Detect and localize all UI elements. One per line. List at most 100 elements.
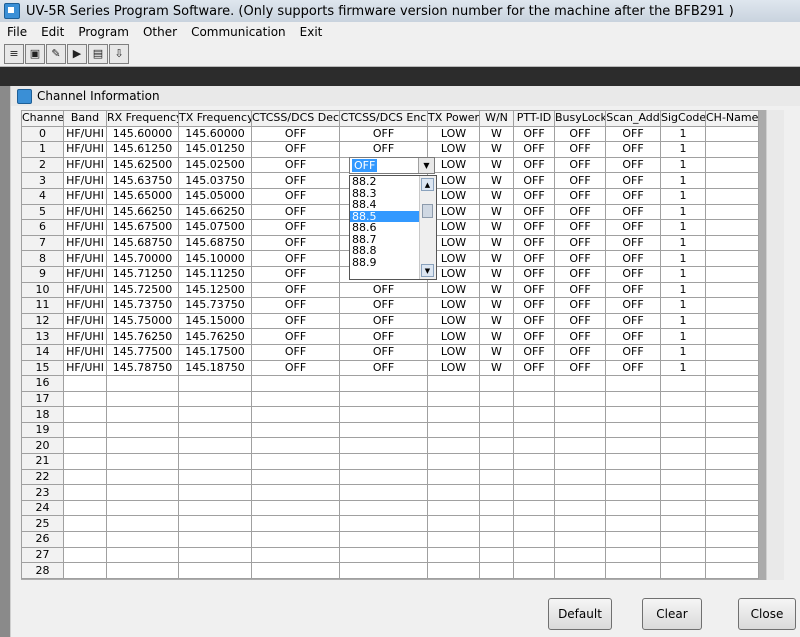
column-header[interactable]: RX Frequency — [106, 110, 179, 127]
grid-cell[interactable] — [251, 499, 340, 517]
grid-cell[interactable]: OFF — [513, 219, 555, 236]
column-header[interactable]: Channel — [21, 110, 64, 127]
grid-cell[interactable] — [106, 546, 179, 564]
list-scrollbar[interactable]: ▲ ▼ — [419, 176, 436, 279]
grid-cell[interactable]: 145.66250 — [178, 203, 252, 221]
grid-cell[interactable] — [554, 421, 606, 439]
grid-cell[interactable]: OFF — [251, 125, 340, 143]
grid-cell[interactable] — [554, 468, 606, 486]
grid-cell[interactable] — [513, 406, 555, 423]
menu-file[interactable]: File — [0, 25, 34, 39]
grid-cell[interactable]: OFF — [339, 328, 428, 345]
grid-cell[interactable] — [63, 453, 107, 470]
grid-cell[interactable] — [427, 375, 480, 392]
grid-cell[interactable]: HF/UHI — [63, 250, 107, 267]
ctcss-options-list[interactable]: ▲ ▼ 88.2 88.3 88.4 88.5 88.6 88.7 88.8 88.9 — [349, 175, 437, 280]
grid-cell[interactable]: 6 — [21, 219, 64, 236]
grid-cell[interactable]: OFF — [554, 343, 606, 361]
grid-cell[interactable]: 145.76250 — [178, 328, 252, 345]
grid-cell[interactable] — [660, 484, 706, 501]
grid-cell[interactable] — [479, 421, 514, 439]
grid-cell[interactable]: W — [479, 141, 514, 158]
grid-cell[interactable]: OFF — [251, 250, 340, 267]
grid-cell[interactable]: HF/UHI — [63, 125, 107, 143]
grid-cell[interactable] — [554, 453, 606, 470]
grid-cell[interactable]: OFF — [605, 343, 661, 361]
grid-cell[interactable] — [339, 375, 428, 392]
grid-cell[interactable]: OFF — [554, 156, 606, 174]
table-row[interactable]: 21 — [21, 453, 759, 470]
grid-cell[interactable]: OFF — [251, 234, 340, 252]
grid-cell[interactable] — [479, 453, 514, 470]
grid-cell[interactable]: OFF — [513, 328, 555, 345]
grid-cell[interactable] — [705, 219, 759, 236]
grid-cell[interactable] — [660, 453, 706, 470]
grid-cell[interactable] — [513, 468, 555, 486]
program-icon[interactable]: ▶ — [67, 43, 87, 64]
grid-cell[interactable]: HF/UHI — [63, 343, 107, 361]
grid-cell[interactable]: W — [479, 297, 514, 314]
grid-cell[interactable]: OFF — [339, 312, 428, 330]
grid-cell[interactable] — [427, 562, 480, 579]
grid-cell[interactable] — [705, 156, 759, 174]
grid-cell[interactable]: 12 — [21, 312, 64, 330]
grid-cell[interactable]: 1 — [660, 343, 706, 361]
grid-cell[interactable] — [251, 390, 340, 408]
scroll-down-icon[interactable]: ▼ — [421, 264, 434, 277]
grid-cell[interactable] — [251, 453, 340, 470]
grid-cell[interactable] — [339, 484, 428, 501]
grid-cell[interactable]: W — [479, 125, 514, 143]
grid-cell[interactable]: OFF — [605, 203, 661, 221]
grid-cell[interactable] — [178, 421, 252, 439]
table-row[interactable]: 19 — [21, 421, 759, 439]
grid-cell[interactable] — [427, 515, 480, 533]
table-row[interactable]: 23 — [21, 484, 759, 501]
grid-cell[interactable]: OFF — [251, 141, 340, 158]
grid-cell[interactable]: OFF — [513, 250, 555, 267]
grid-cell[interactable]: OFF — [605, 172, 661, 189]
grid-cell[interactable]: OFF — [605, 359, 661, 377]
grid-cell[interactable]: 1 — [660, 141, 706, 158]
grid-cell[interactable] — [605, 562, 661, 579]
grid-cell[interactable]: OFF — [339, 281, 428, 299]
grid-cell[interactable]: 27 — [21, 546, 64, 564]
grid-cell[interactable]: W — [479, 219, 514, 236]
grid-cell[interactable] — [660, 546, 706, 564]
grid-cell[interactable]: OFF — [339, 359, 428, 377]
grid-cell[interactable]: W — [479, 343, 514, 361]
grid-cell[interactable]: W — [479, 250, 514, 267]
grid-cell[interactable] — [660, 421, 706, 439]
open-icon[interactable]: ▤ — [88, 43, 108, 64]
grid-cell[interactable]: OFF — [554, 141, 606, 158]
grid-cell[interactable] — [513, 562, 555, 579]
grid-cell[interactable] — [63, 546, 107, 564]
column-header[interactable]: CTCSS/DCS Dec — [251, 110, 340, 127]
grid-cell[interactable]: OFF — [251, 265, 340, 283]
grid-cell[interactable]: 7 — [21, 234, 64, 252]
grid-cell[interactable] — [251, 546, 340, 564]
grid-cell[interactable] — [251, 484, 340, 501]
grid-cell[interactable] — [705, 546, 759, 564]
grid-cell[interactable] — [660, 390, 706, 408]
grid-cell[interactable]: 1 — [660, 312, 706, 330]
grid-cell[interactable]: OFF — [513, 141, 555, 158]
grid-cell[interactable] — [178, 406, 252, 423]
table-row[interactable]: 16 — [21, 375, 759, 392]
grid-cell[interactable] — [339, 453, 428, 470]
grid-cell[interactable] — [554, 406, 606, 423]
table-row[interactable]: 12 HF/UHI 145.75000 145.15000 OFF OFF LOW W OFF O… — [21, 312, 759, 330]
scroll-thumb[interactable] — [422, 204, 433, 218]
grid-cell[interactable] — [479, 499, 514, 517]
grid-cell[interactable]: OFF — [513, 265, 555, 283]
grid-cell[interactable] — [251, 406, 340, 423]
grid-cell[interactable]: 145.11250 — [178, 265, 252, 283]
grid-cell[interactable]: OFF — [251, 187, 340, 205]
menu-communication[interactable]: Communication — [184, 25, 293, 39]
grid-cell[interactable]: OFF — [339, 125, 428, 143]
grid-cell[interactable] — [178, 531, 252, 548]
grid-cell[interactable]: LOW — [427, 359, 480, 377]
export-icon[interactable]: ⇩ — [109, 43, 129, 64]
grid-cell[interactable]: 3 — [21, 172, 64, 189]
grid-cell[interactable] — [178, 453, 252, 470]
grid-cell[interactable]: 145.70000 — [106, 250, 179, 267]
